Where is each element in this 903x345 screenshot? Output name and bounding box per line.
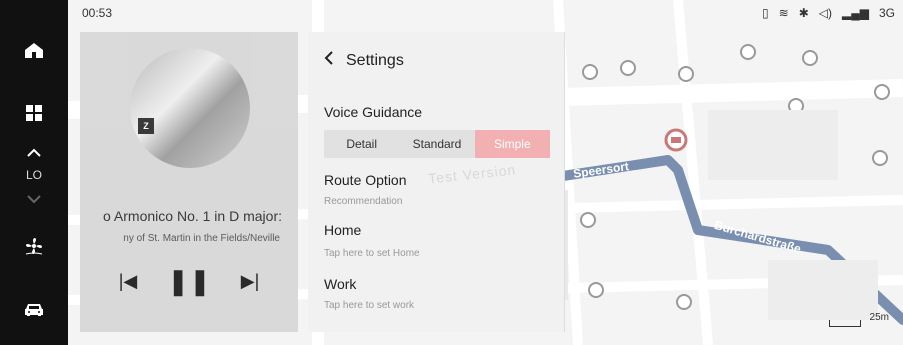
- chevron-up-icon: [27, 148, 41, 157]
- pause-icon: ❚❚: [167, 265, 211, 296]
- network-label: 3G: [878, 6, 895, 20]
- settings-header: Settings: [324, 50, 404, 71]
- work-placeholder: Tap here to set work: [324, 300, 415, 311]
- voice-guidance-label: Voice Guidance: [324, 104, 423, 120]
- next-button[interactable]: ▶|: [232, 266, 268, 296]
- temp-down-button[interactable]: [0, 190, 68, 208]
- route-option-value: Recommendation: [324, 196, 403, 207]
- status-icons: ▯ ≋ ✱ ◁) ▂▄▆ 3G: [762, 6, 895, 20]
- voice-option-standard[interactable]: Standard: [399, 130, 474, 158]
- home-placeholder: Tap here to set Home: [324, 248, 420, 259]
- album-logo: Z: [138, 118, 154, 134]
- media-controls: |◀ ❚❚ ▶|: [110, 266, 268, 296]
- map-scale-label: 25m: [869, 312, 889, 323]
- back-button[interactable]: [324, 50, 334, 71]
- bluetooth-icon: ✱: [798, 6, 809, 20]
- back-icon: [324, 51, 333, 65]
- status-time: 00:53: [82, 6, 113, 20]
- network-strength-icon: ▂▄▆: [842, 6, 869, 20]
- previous-icon: |◀: [118, 270, 138, 291]
- pause-button[interactable]: ❚❚: [167, 266, 211, 296]
- next-icon: ▶|: [240, 270, 260, 291]
- temp-up-button[interactable]: [0, 144, 68, 162]
- signal-icon: ≋: [778, 6, 789, 20]
- left-navigation: LO: [0, 0, 68, 345]
- nav-apps[interactable]: [0, 101, 68, 125]
- voice-guidance-segmented: Detail Standard Simple: [324, 130, 550, 158]
- nav-climate[interactable]: [0, 232, 68, 260]
- nav-home[interactable]: [0, 38, 68, 62]
- track-artist: ny of St. Martin in the Fields/Neville: [123, 233, 280, 244]
- nav-vehicle[interactable]: [0, 298, 68, 322]
- volume-icon: ◁): [818, 6, 833, 20]
- home-icon: [25, 43, 43, 58]
- chevron-down-icon: [27, 195, 41, 204]
- car-icon: [25, 304, 43, 316]
- previous-button[interactable]: |◀: [110, 266, 146, 296]
- fan-icon: [25, 238, 43, 255]
- album-art: Z: [130, 48, 250, 168]
- media-card: Z o Armonico No. 1 in D major: ny of St.…: [80, 32, 298, 332]
- map-scale-bar: [829, 320, 861, 327]
- track-title: o Armonico No. 1 in D major:: [103, 208, 282, 224]
- voice-option-simple[interactable]: Simple: [474, 130, 550, 158]
- grid-icon: [26, 105, 42, 121]
- work-label[interactable]: Work: [324, 276, 356, 292]
- home-label[interactable]: Home: [324, 222, 361, 238]
- phone-icon: ▯: [762, 6, 769, 20]
- voice-option-detail[interactable]: Detail: [324, 130, 399, 158]
- route-option-label[interactable]: Route Option: [324, 172, 407, 188]
- settings-title: Settings: [346, 51, 404, 69]
- temperature-value: LO: [25, 168, 42, 182]
